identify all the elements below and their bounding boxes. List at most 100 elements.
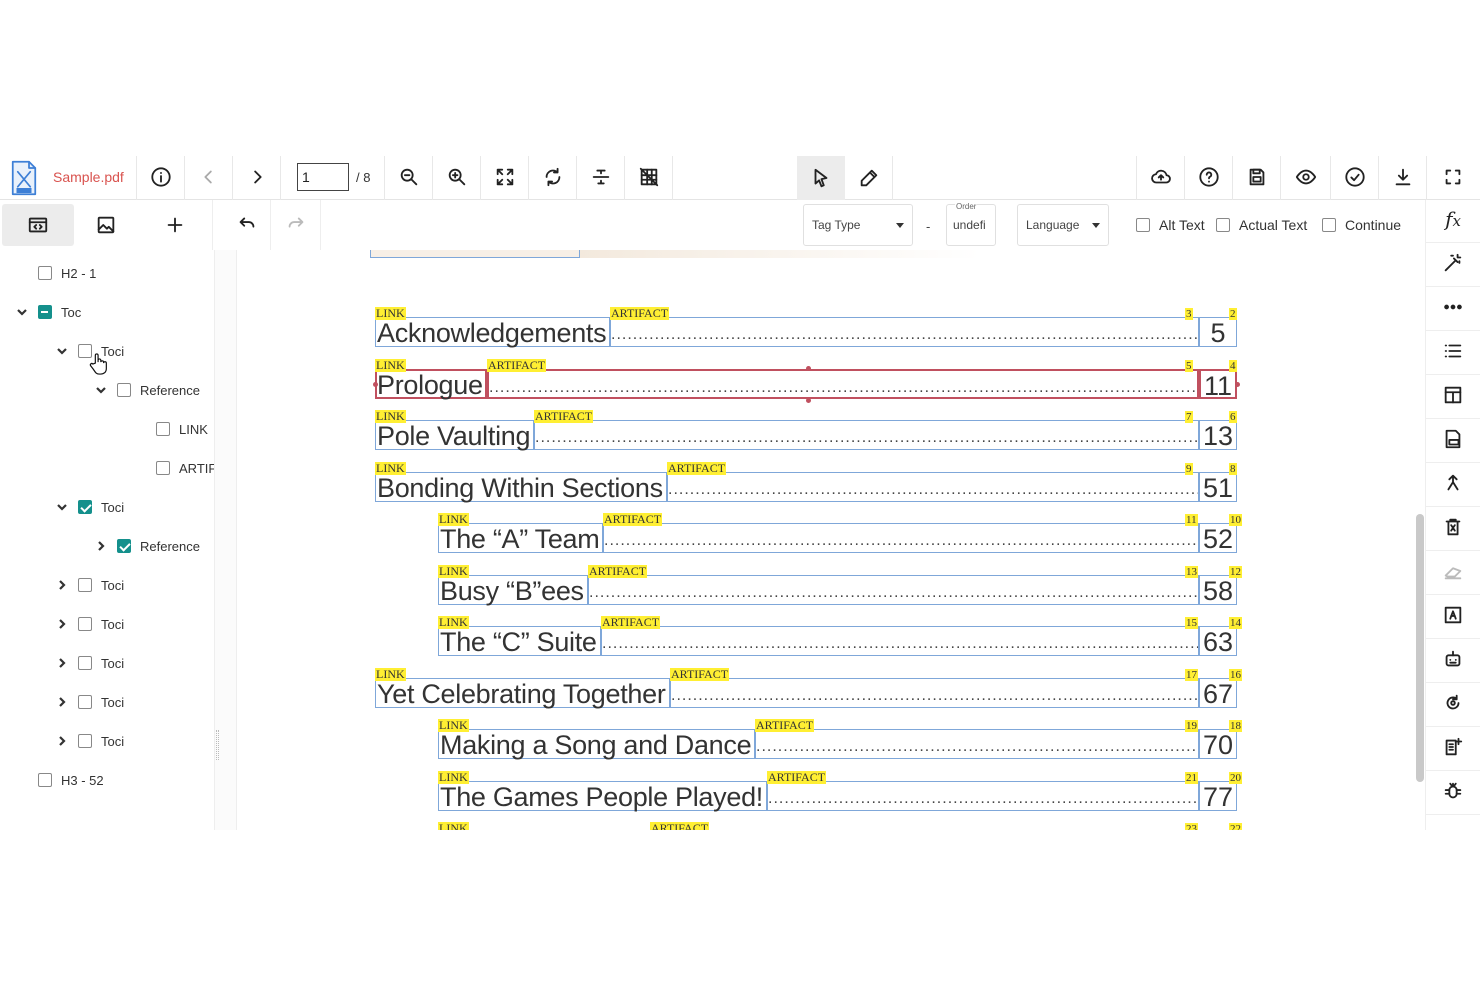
link-tag-label: LINK (438, 769, 469, 784)
continue-checkbox[interactable] (1322, 218, 1336, 232)
tree-item-checkbox[interactable] (156, 422, 170, 436)
alt-text-option[interactable]: Alt Text (1136, 217, 1205, 233)
document-viewer[interactable]: Acknowledgements........................… (237, 250, 1425, 830)
more-options-icon[interactable] (1440, 294, 1466, 320)
tree-item[interactable]: Toci (54, 692, 124, 712)
tree-item[interactable]: Toci (54, 575, 124, 595)
tree-item[interactable]: Toci (54, 497, 124, 517)
previous-page-button[interactable] (196, 164, 222, 190)
text-frame-icon[interactable] (1440, 602, 1466, 628)
toc-entry-title: Prologue (377, 369, 483, 400)
chevron-right-icon[interactable] (54, 579, 70, 591)
tree-item[interactable]: Toc (14, 302, 81, 322)
tree-item[interactable]: H2 - 1 (38, 263, 96, 283)
help-icon[interactable] (1196, 164, 1222, 190)
table-icon[interactable] (1440, 382, 1466, 408)
page-number-input[interactable] (297, 163, 349, 191)
order-input[interactable]: Order undefi (946, 202, 996, 246)
fit-page-icon[interactable] (492, 164, 518, 190)
add-icon[interactable] (162, 212, 188, 238)
save-icon[interactable] (1244, 164, 1270, 190)
tree-item-checkbox[interactable] (38, 305, 52, 319)
selection-handle[interactable] (806, 365, 811, 371)
tree-item-checkbox[interactable] (78, 656, 92, 670)
tab-tags-tree[interactable] (2, 204, 74, 246)
chevron-down-icon[interactable] (54, 345, 70, 357)
selection-handle[interactable] (806, 397, 811, 403)
tree-item[interactable]: Toci (54, 731, 124, 751)
tree-item[interactable]: Toci (54, 614, 124, 634)
alt-text-checkbox[interactable] (1136, 218, 1150, 232)
panel-resize-handle[interactable] (215, 250, 237, 830)
formula-fx-icon[interactable]: fx (1440, 206, 1466, 232)
zoom-in-icon[interactable] (444, 164, 470, 190)
chevron-right-icon[interactable] (93, 540, 109, 552)
next-page-button[interactable] (244, 164, 270, 190)
actual-text-option[interactable]: Actual Text (1216, 217, 1307, 233)
chevron-right-icon[interactable] (54, 735, 70, 747)
tree-item-checkbox[interactable] (78, 500, 92, 514)
file-name: Sample.pdf (53, 169, 124, 185)
info-icon[interactable] (148, 164, 174, 190)
eraser-icon[interactable] (1440, 558, 1466, 584)
tree-item-checkbox[interactable] (117, 383, 131, 397)
tree-item[interactable]: Toci (54, 653, 124, 673)
tree-item[interactable]: LINK (156, 419, 208, 439)
undo-icon[interactable] (234, 210, 260, 236)
tree-item-checkbox[interactable] (78, 695, 92, 709)
chevron-right-icon[interactable] (54, 618, 70, 630)
order-number-tag: 10 (1229, 514, 1242, 526)
add-note-icon[interactable] (1440, 734, 1466, 760)
grid-off-icon[interactable] (636, 164, 662, 190)
order-label: Order (955, 202, 978, 211)
magic-wand-icon[interactable] (1440, 250, 1466, 276)
tree-item-checkbox[interactable] (38, 266, 52, 280)
tag-type-select[interactable]: Tag Type (803, 204, 913, 246)
pencil-icon[interactable] (856, 165, 882, 191)
fullscreen-icon[interactable] (1440, 164, 1466, 190)
rotate-settings-icon[interactable] (1440, 690, 1466, 716)
selection-handle[interactable] (1235, 381, 1240, 387)
chevron-right-icon[interactable] (54, 696, 70, 708)
document-scrollbar[interactable] (1416, 514, 1424, 782)
selection-handle[interactable] (373, 381, 378, 387)
zoom-out-icon[interactable] (396, 164, 422, 190)
tree-item[interactable]: Reference (93, 380, 200, 400)
chevron-down-icon[interactable] (54, 501, 70, 513)
select-tool-button[interactable] (797, 156, 845, 200)
tree-item-checkbox[interactable] (38, 773, 52, 787)
split-icon[interactable] (588, 164, 614, 190)
order-number-tag: 16 (1229, 668, 1242, 681)
tree-item[interactable]: ARTIF (156, 458, 214, 478)
actual-text-checkbox[interactable] (1216, 218, 1230, 232)
preview-eye-icon[interactable] (1293, 164, 1319, 190)
redo-icon[interactable] (283, 210, 309, 236)
tree-item[interactable]: H3 - 52 (38, 770, 104, 790)
toc-leader-dots: ........................................… (588, 574, 1199, 605)
order-number-tag: 14 (1229, 617, 1242, 629)
toc-document-icon[interactable] (1440, 426, 1466, 452)
tree-item-checkbox[interactable] (78, 617, 92, 631)
cloud-upload-icon[interactable] (1148, 164, 1174, 190)
tree-item-checkbox[interactable] (156, 461, 170, 475)
tree-item-checkbox[interactable] (78, 578, 92, 592)
tree-item-checkbox[interactable] (78, 734, 92, 748)
image-icon[interactable] (93, 212, 119, 238)
tree-item-checkbox[interactable] (117, 539, 131, 553)
link-tag-label: LINK (375, 409, 406, 423)
continue-option[interactable]: Continue (1322, 217, 1401, 233)
merge-icon[interactable] (1440, 470, 1466, 496)
language-select[interactable]: Language (1017, 204, 1109, 246)
robot-icon[interactable] (1440, 646, 1466, 672)
rotate-icon[interactable] (540, 164, 566, 190)
chevron-right-icon[interactable] (54, 657, 70, 669)
delete-icon[interactable] (1440, 514, 1466, 540)
bug-icon[interactable] (1440, 778, 1466, 804)
check-circle-icon[interactable] (1342, 164, 1368, 190)
main-toolbar: Sample.pdf / 8 (0, 156, 1480, 200)
download-icon[interactable] (1390, 164, 1416, 190)
chevron-down-icon[interactable] (14, 306, 30, 318)
tree-item[interactable]: Reference (93, 536, 200, 556)
chevron-down-icon[interactable] (93, 384, 109, 396)
list-icon[interactable] (1440, 338, 1466, 364)
